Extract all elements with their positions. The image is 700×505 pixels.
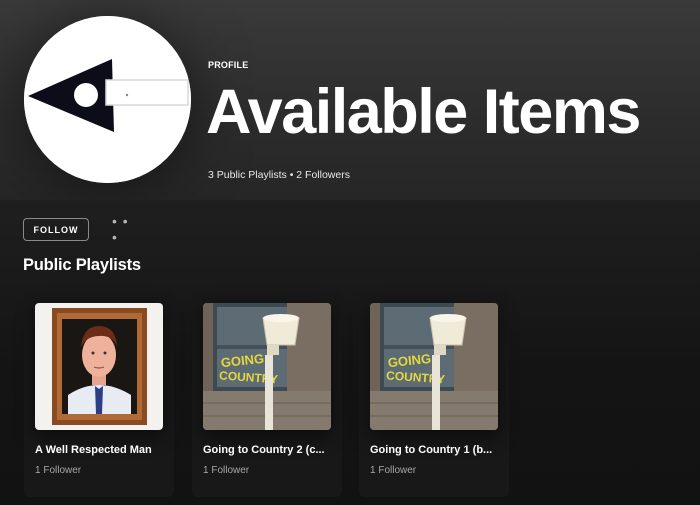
going-to-country-sign-icon: GOING COUNTRY bbox=[370, 303, 498, 430]
playlist-followers: 1 Follower bbox=[35, 465, 82, 476]
playlist-cover: GOING COUNTRY bbox=[203, 303, 331, 430]
profile-avatar[interactable] bbox=[24, 16, 191, 183]
profile-stats: 3 Public Playlists • 2 Followers bbox=[208, 169, 350, 181]
playlist-card[interactable]: GOING COUNTRY Going to Country 2 (c... 1… bbox=[192, 292, 342, 497]
profile-type-label: PROFILE bbox=[208, 60, 249, 70]
playlist-cover bbox=[35, 303, 163, 430]
arrow-logo-icon bbox=[24, 16, 191, 183]
playlist-name[interactable]: Going to Country 2 (c... bbox=[203, 444, 335, 456]
playlist-cover: GOING COUNTRY bbox=[370, 303, 498, 430]
going-to-country-sign-icon: GOING COUNTRY bbox=[203, 303, 331, 430]
follow-button[interactable]: FOLLOW bbox=[23, 218, 89, 241]
section-title: Public Playlists bbox=[23, 256, 141, 274]
playlist-followers: 1 Follower bbox=[203, 465, 250, 476]
portrait-painting-icon bbox=[35, 303, 163, 430]
playlist-card[interactable]: A Well Respected Man 1 Follower bbox=[24, 292, 174, 497]
more-options-button[interactable]: • • • bbox=[112, 213, 134, 245]
playlist-name[interactable]: A Well Respected Man bbox=[35, 444, 167, 456]
playlist-followers: 1 Follower bbox=[370, 465, 417, 476]
playlist-name[interactable]: Going to Country 1 (b... bbox=[370, 444, 502, 456]
playlist-card[interactable]: GOING COUNTRY Going to Country 1 (b... 1… bbox=[359, 292, 509, 497]
profile-header: PROFILE Available Items 3 Public Playlis… bbox=[0, 0, 700, 200]
page-title: Available Items bbox=[206, 77, 641, 147]
